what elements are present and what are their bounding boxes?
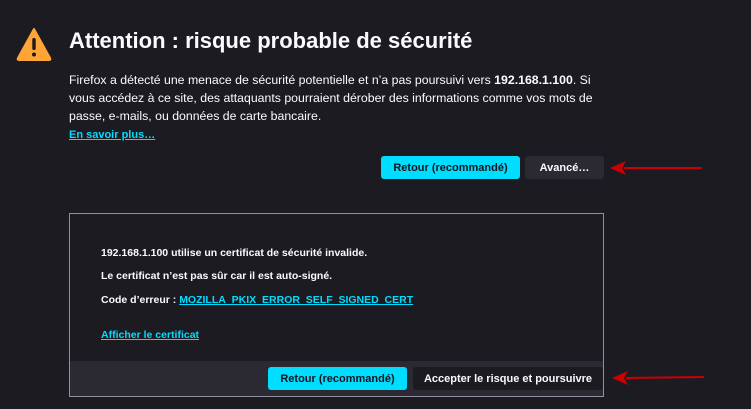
learn-more-link[interactable]: En savoir plus… (69, 129, 155, 141)
invalid-cert-text: 192.168.1.100 utilise un certificat de s… (101, 247, 368, 259)
advanced-button[interactable]: Avancé… (525, 156, 604, 179)
error-code-label: Code d’erreur : (101, 294, 180, 306)
error-code-link[interactable]: MOZILLA_PKIX_ERROR_SELF_SIGNED_CERT (179, 294, 413, 306)
page-title: Attention : risque probable de sécurité (69, 28, 473, 53)
error-description: Firefox a détecté une menace de sécurité… (69, 71, 609, 125)
error-code-line: Code d’erreur : MOZILLA_PKIX_ERROR_SELF_… (101, 294, 413, 306)
back-recommended-button-panel[interactable]: Retour (recommandé) (268, 367, 407, 390)
description-text-1: Firefox a détecté une menace de sécurité… (69, 73, 495, 87)
panel-footer: Retour (recommandé) Accepter le risque e… (70, 361, 603, 396)
advanced-panel: 192.168.1.100 utilise un certificat de s… (69, 213, 604, 397)
annotation-arrow (610, 161, 702, 175)
accept-risk-button[interactable]: Accepter le risque et poursuivre (413, 367, 603, 390)
view-certificate-link[interactable]: Afficher le certificat (101, 329, 199, 341)
annotation-arrow (612, 371, 705, 385)
self-signed-text: Le certificat n’est pas sûr car il est a… (101, 270, 333, 282)
description-host: 192.168.1.100 (494, 73, 573, 87)
warning-triangle-icon (16, 28, 52, 61)
back-recommended-button[interactable]: Retour (recommandé) (381, 156, 520, 179)
